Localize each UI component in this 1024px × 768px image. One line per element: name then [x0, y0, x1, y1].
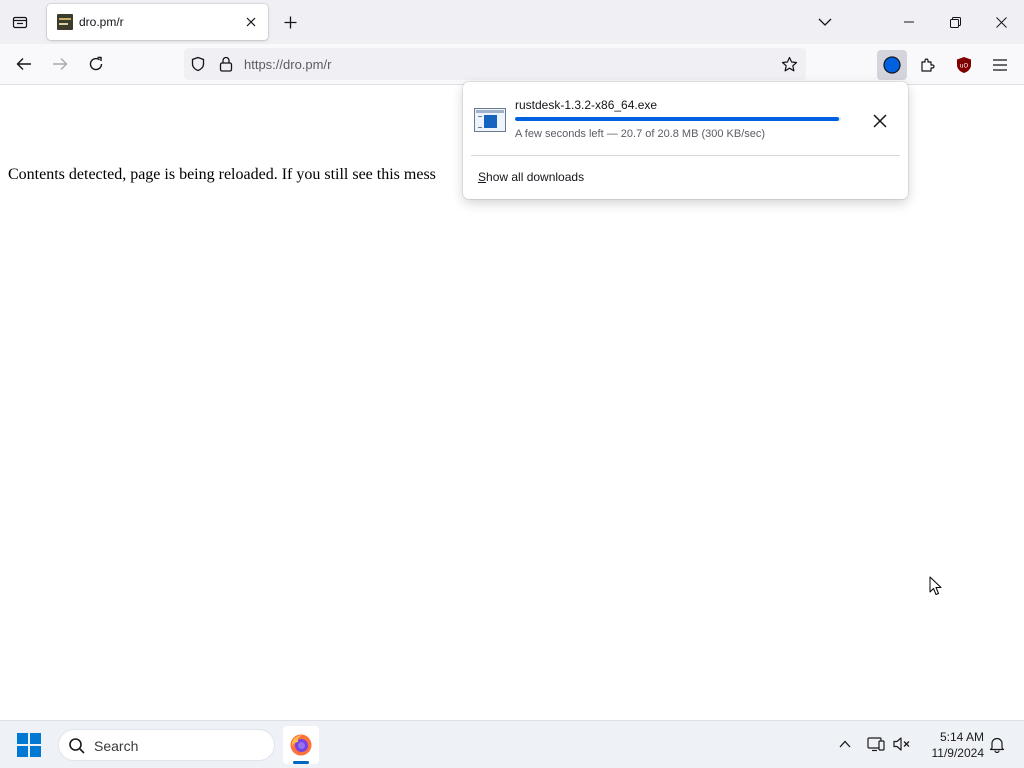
clock-date: 11/9/2024 [931, 746, 985, 760]
notifications-button[interactable] [986, 733, 1008, 755]
list-all-tabs-button[interactable] [815, 12, 835, 32]
downloads-button[interactable] [877, 50, 907, 80]
address-bar[interactable]: https://dro.pm/r [184, 48, 806, 80]
network-icon [867, 737, 885, 752]
downloads-icon [883, 56, 901, 74]
downloads-panel: rustdesk-1.3.2-x86_64.exe A few seconds … [463, 82, 908, 199]
url-text[interactable]: https://dro.pm/r [244, 57, 331, 72]
chevron-down-icon [818, 18, 832, 26]
start-button[interactable] [17, 733, 41, 757]
access-key-letter: S [478, 170, 487, 184]
close-icon [246, 17, 256, 27]
download-filename[interactable]: rustdesk-1.3.2-x86_64.exe [515, 98, 657, 112]
extensions-button[interactable] [913, 50, 943, 80]
extensions-icon [921, 58, 935, 72]
ublock-icon: uO [957, 57, 971, 73]
page-message: Contents detected, page is being reloade… [8, 166, 436, 183]
restore-button[interactable] [932, 0, 978, 44]
reload-button[interactable] [82, 50, 110, 78]
download-progress-fill [515, 117, 840, 121]
svg-text:uO: uO [960, 63, 969, 70]
minimize-button[interactable] [886, 0, 932, 44]
back-button[interactable] [10, 50, 38, 78]
forward-arrow-icon [53, 58, 68, 70]
system-clock[interactable]: 5:14 AM 11/9/2024 [914, 729, 985, 761]
menu-icon [993, 59, 1007, 71]
speaker-muted-icon [893, 737, 910, 751]
restore-icon [949, 16, 961, 28]
search-placeholder: Search [94, 738, 139, 754]
shield-icon[interactable] [189, 55, 207, 73]
tab-list-icon[interactable] [6, 8, 34, 36]
new-tab-button[interactable] [279, 11, 301, 33]
navigation-toolbar: https://dro.pm/r uO [0, 44, 1024, 85]
app-menu-button[interactable] [985, 50, 1015, 80]
download-status: A few seconds left — 20.7 of 20.8 MB (30… [515, 128, 766, 140]
mouse-cursor-icon [929, 576, 942, 595]
lock-icon[interactable] [217, 55, 235, 73]
windows-logo-icon [17, 733, 41, 757]
close-icon [873, 114, 887, 128]
reload-icon [89, 56, 103, 71]
firefox-taskbar-button[interactable] [283, 726, 319, 764]
taskbar: Search 5:14 AM 11/9/2024 [0, 720, 1024, 768]
bell-icon [989, 737, 1005, 753]
close-icon [995, 16, 1007, 28]
tab-title: dro.pm/r [79, 15, 124, 29]
tab-strip: dro.pm/r [0, 0, 1024, 44]
cancel-download-button[interactable] [867, 108, 893, 134]
network-tray-button[interactable] [865, 733, 887, 755]
forward-button[interactable] [46, 50, 74, 78]
taskbar-search-box[interactable]: Search [58, 729, 275, 761]
running-indicator [293, 761, 309, 764]
clock-time: 5:14 AM [939, 730, 984, 744]
star-icon [781, 56, 797, 71]
minimize-icon [904, 21, 914, 23]
show-all-downloads-button[interactable]: Show all downloads [478, 170, 584, 184]
search-icon [67, 736, 87, 756]
show-hidden-icons-button[interactable] [834, 733, 856, 755]
active-tab[interactable]: dro.pm/r [47, 4, 268, 40]
close-tab-button[interactable] [241, 12, 261, 32]
plus-icon [284, 16, 296, 28]
chevron-up-icon [839, 740, 851, 748]
site-favicon-icon [57, 14, 73, 30]
bookmark-star-button[interactable] [780, 55, 798, 73]
firefox-icon [290, 734, 312, 756]
show-all-label: how all downloads [486, 170, 585, 184]
executable-file-icon [474, 108, 506, 132]
ublock-extension-button[interactable]: uO [949, 50, 979, 80]
download-progress-bar [515, 117, 841, 121]
panel-divider [471, 155, 900, 156]
volume-tray-button[interactable] [891, 733, 913, 755]
back-arrow-icon [16, 58, 31, 70]
close-window-button[interactable] [978, 0, 1024, 44]
